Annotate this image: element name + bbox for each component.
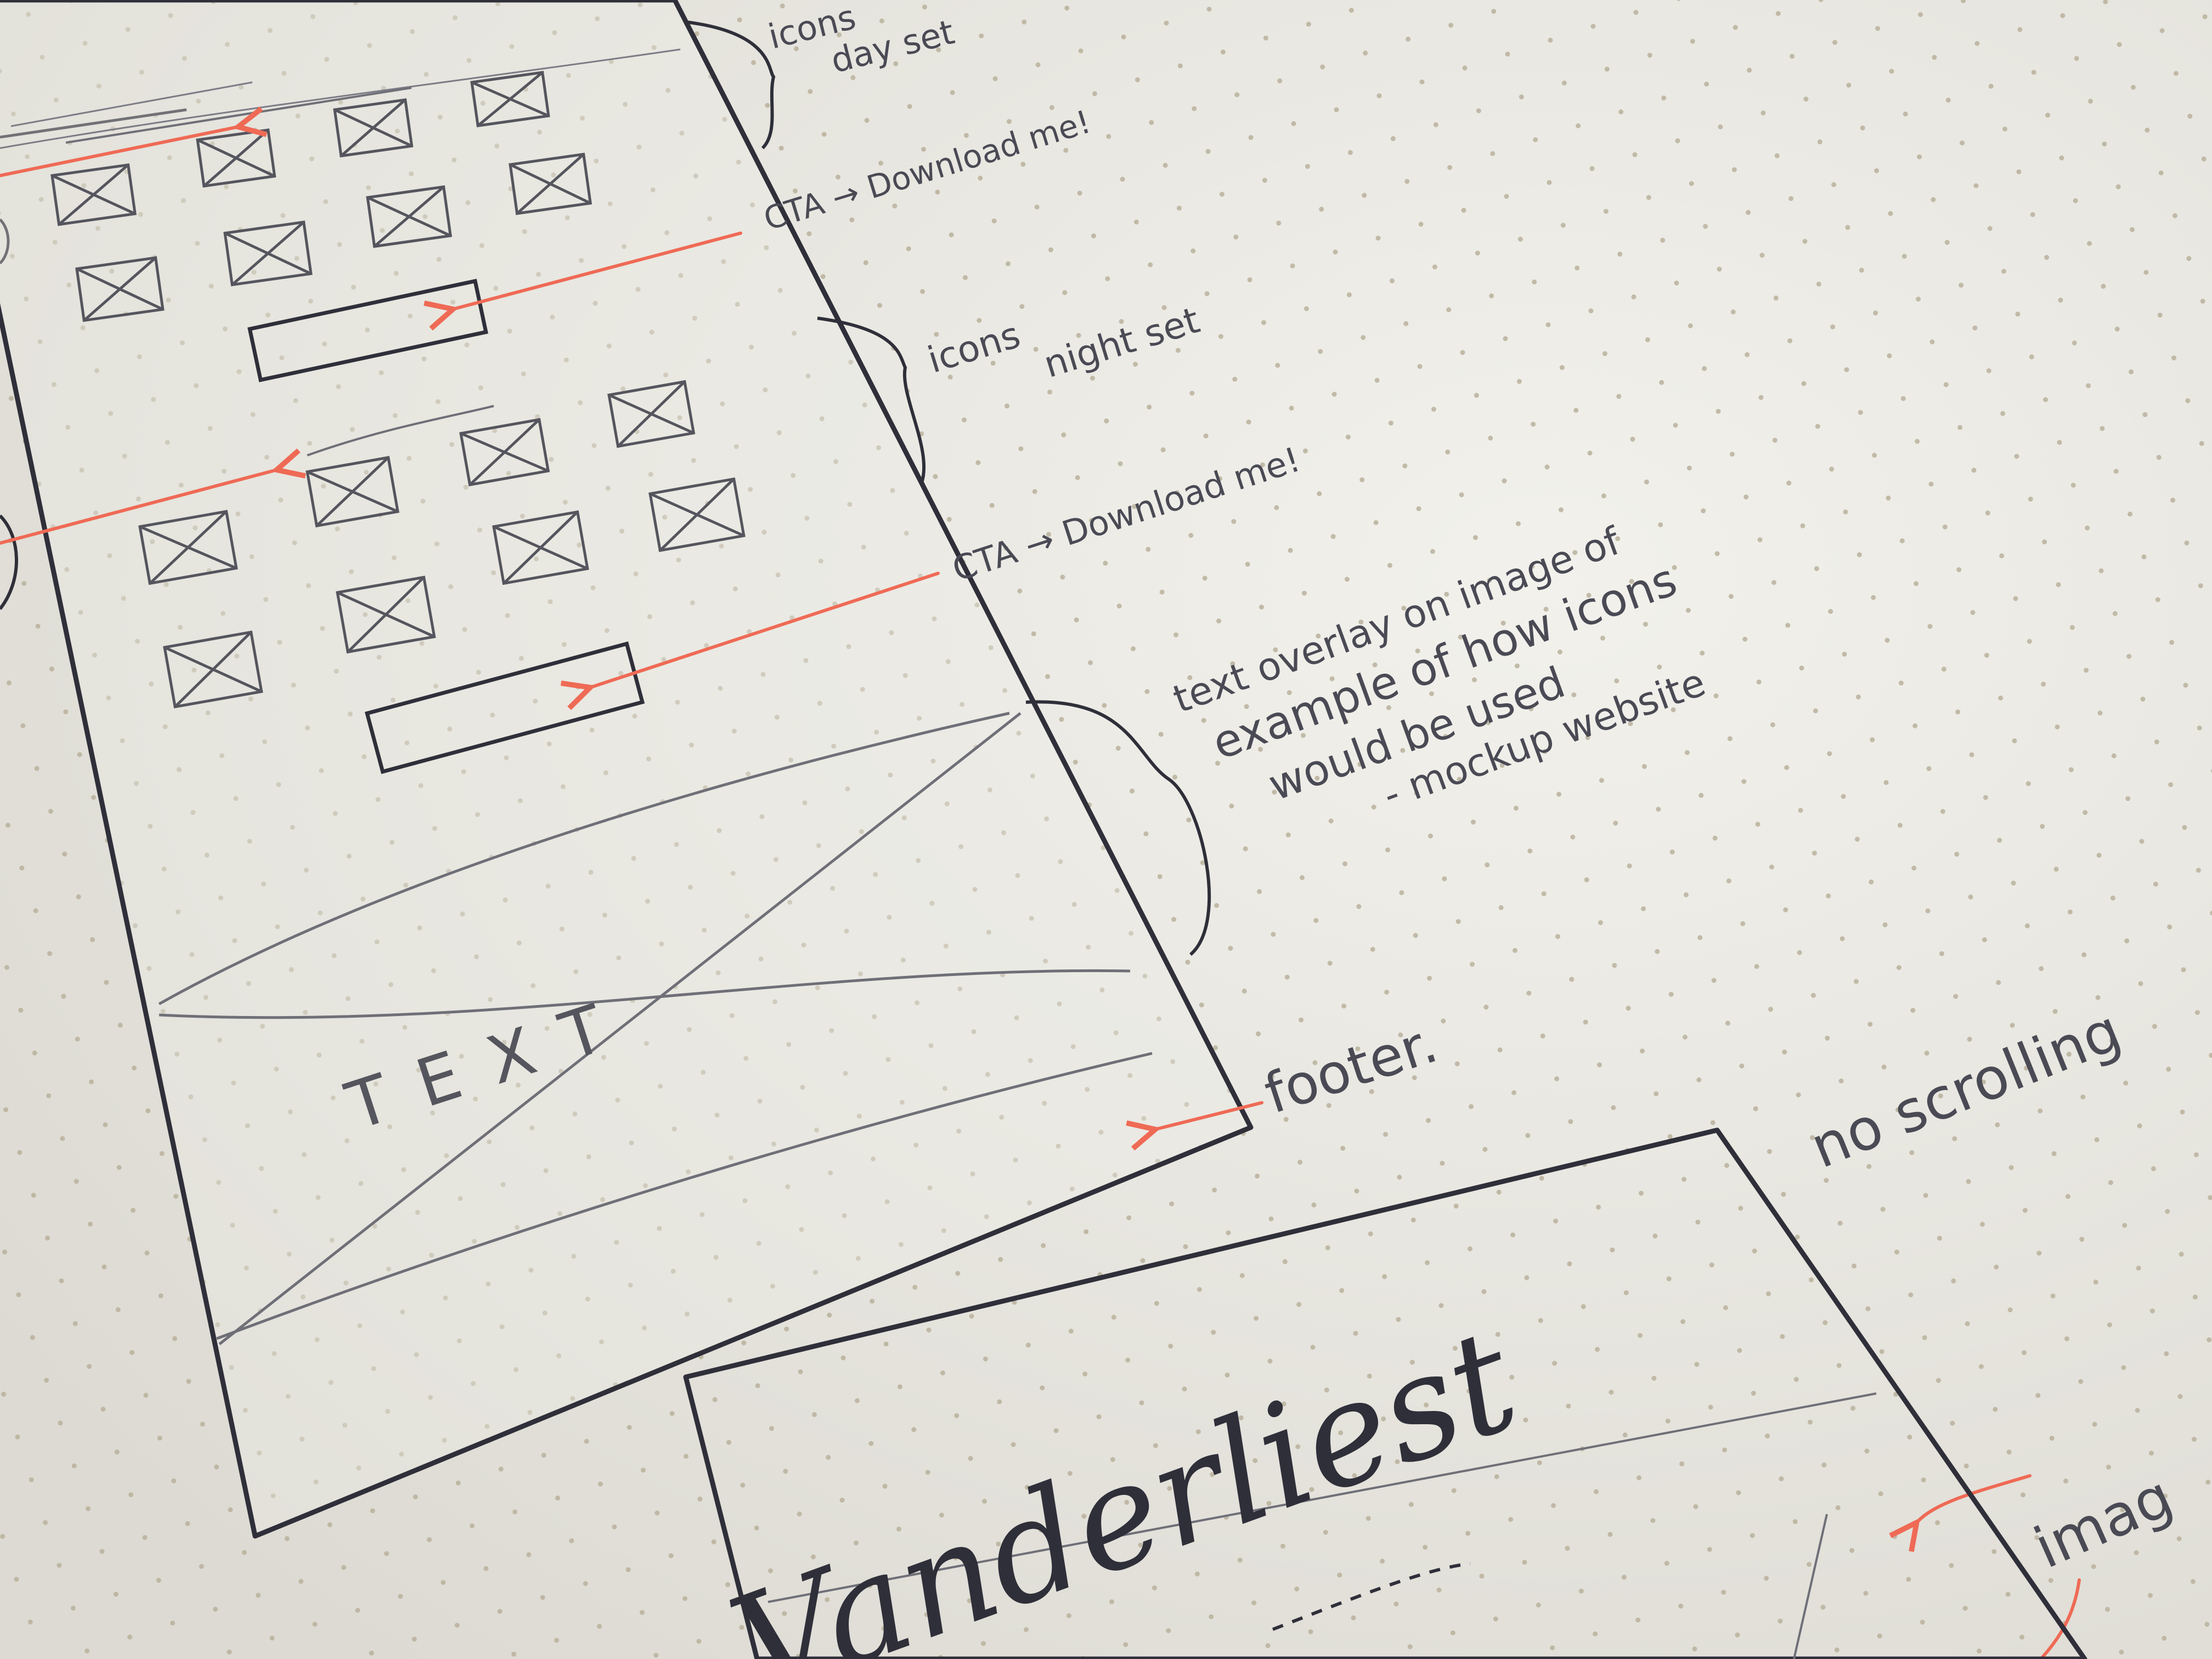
notebook-sketch: TEXT icons day set CTA → Download me! ic…: [0, 0, 2212, 1659]
